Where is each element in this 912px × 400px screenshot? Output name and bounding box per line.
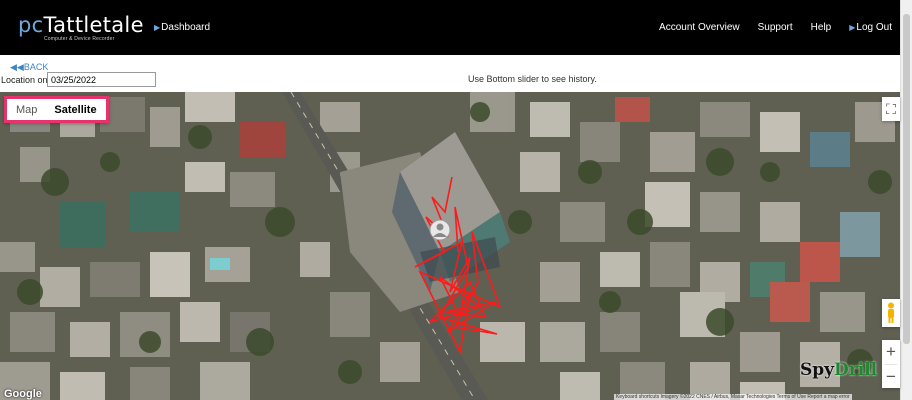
nav-account-overview-link[interactable]: Account Overview <box>659 22 740 33</box>
watermark-part-2: Drill <box>834 360 878 380</box>
zoom-controls: + − <box>882 340 900 388</box>
nav-right-links: Account Overview Support Help ▶Log Out <box>659 22 892 33</box>
nav-help-link[interactable]: Help <box>811 22 832 33</box>
spydrill-watermark: SpyDrill <box>800 360 877 380</box>
nav-logout-label: Log Out <box>856 22 892 33</box>
top-navbar: pcTattletale Computer & Device Recorder … <box>0 0 900 55</box>
logo-text: pcTattletale <box>18 13 144 37</box>
satellite-imagery <box>0 92 900 400</box>
triangle-right-icon: ▶ <box>849 23 856 32</box>
satellite-map[interactable] <box>0 92 900 400</box>
map-type-toggle: Map Satellite <box>4 96 109 123</box>
fullscreen-button[interactable]: ⛶ <box>882 97 900 121</box>
map-attribution[interactable]: Keyboard shortcuts Imagery ©2022 CNES / … <box>614 394 852 400</box>
back-link[interactable]: ◀◀BACK <box>10 62 48 73</box>
history-hint: Use Bottom slider to see history. <box>468 74 597 84</box>
back-label: BACK <box>23 62 49 72</box>
zoom-out-button[interactable]: − <box>882 365 900 389</box>
page-scrollbar[interactable] <box>900 0 912 400</box>
nav-dashboard-link[interactable]: ▶Dashboard <box>154 22 210 33</box>
google-logo: Google <box>4 388 42 400</box>
location-label: Location on: <box>1 75 51 85</box>
watermark-part-1: Spy <box>800 360 835 380</box>
street-view-pegman-button[interactable] <box>882 299 900 327</box>
logo[interactable]: pcTattletale Computer & Device Recorder <box>18 14 144 42</box>
location-date-input[interactable] <box>47 72 156 87</box>
fullscreen-icon: ⛶ <box>886 100 896 117</box>
map-type-map-button[interactable]: Map <box>7 104 46 116</box>
triangle-right-icon: ▶ <box>154 23 161 32</box>
map-type-satellite-button[interactable]: Satellite <box>46 104 104 116</box>
person-marker-icon <box>429 219 451 241</box>
nav-support-link[interactable]: Support <box>758 22 793 33</box>
double-chevron-left-icon: ◀◀ <box>10 62 24 72</box>
nav-logout-link[interactable]: ▶Log Out <box>849 22 892 33</box>
nav-dashboard-label: Dashboard <box>161 22 211 33</box>
scrollbar-thumb[interactable] <box>903 14 910 344</box>
zoom-in-button[interactable]: + <box>882 340 900 364</box>
pegman-icon <box>888 302 894 323</box>
